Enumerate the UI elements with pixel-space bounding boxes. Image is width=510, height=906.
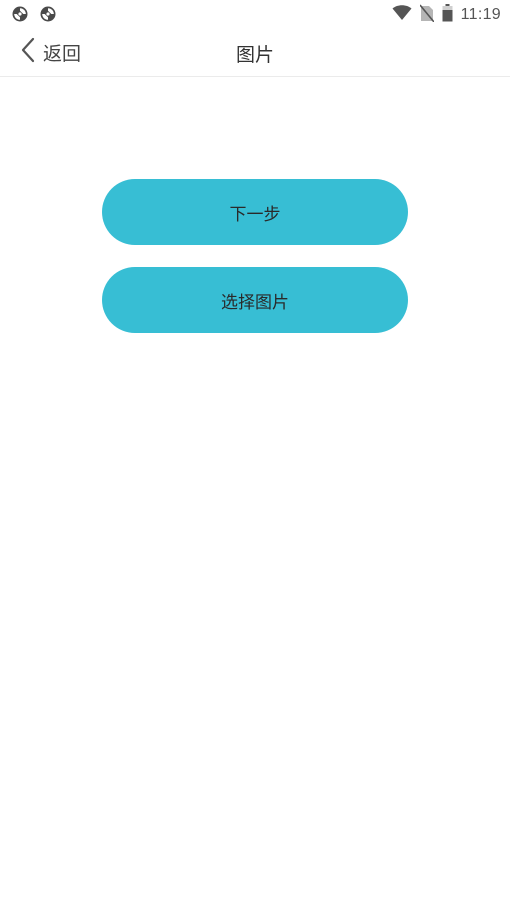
main-content: 下一步 选择图片 — [0, 77, 510, 906]
status-time: 11:19 — [460, 6, 501, 23]
next-step-button[interactable]: 下一步 — [102, 179, 408, 245]
navigation-bar: 返回 图片 — [0, 28, 510, 77]
battery-icon — [442, 4, 453, 26]
no-sim-icon — [419, 4, 435, 26]
status-notifications — [11, 5, 57, 27]
status-system: 11:19 — [392, 4, 501, 26]
wifi-icon — [392, 5, 412, 25]
sync-icon — [11, 5, 29, 27]
status-bar: 11:19 — [0, 0, 510, 28]
sync-icon — [39, 5, 57, 27]
page-title: 图片 — [235, 44, 274, 66]
choose-image-button[interactable]: 选择图片 — [102, 267, 408, 333]
